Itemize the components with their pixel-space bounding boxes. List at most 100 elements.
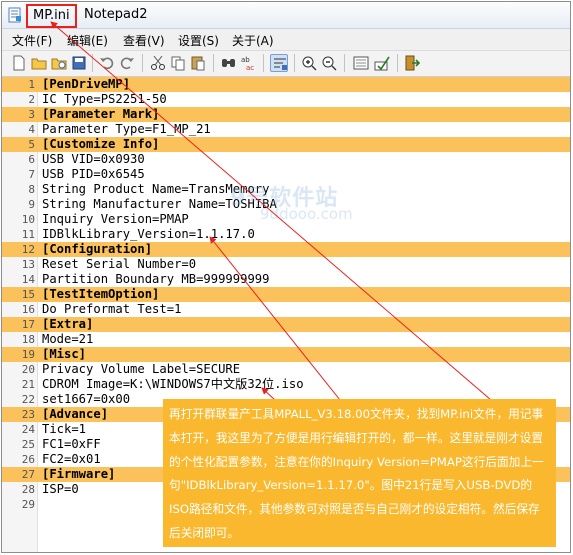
editor-line: 18 Mode=21: [2, 332, 570, 347]
line-text: [Advance]: [42, 407, 109, 421]
line-number: 20: [21, 363, 35, 376]
section-header-line: 5 [Customize Info]: [2, 137, 570, 152]
editor-line: 6 USB VID=0x0930: [2, 152, 570, 167]
line-text: [TestItemOption]: [42, 287, 160, 301]
line-number: 19: [21, 348, 35, 361]
menu-view[interactable]: 查看(V): [123, 32, 165, 49]
line-number: 7: [28, 168, 35, 181]
paste-icon[interactable]: [189, 54, 207, 72]
menu-settings[interactable]: 设置(S): [178, 32, 219, 49]
line-number: 10: [21, 213, 35, 226]
line-number: 25: [21, 438, 35, 451]
editor-line: 16 Do Preformat Test=1: [2, 302, 570, 317]
line-number: 3: [28, 108, 35, 121]
redo-icon[interactable]: [118, 54, 136, 72]
toolbar: ab ac: [2, 51, 570, 77]
replace-icon[interactable]: ab ac: [240, 54, 258, 72]
line-number: 15: [21, 288, 35, 301]
line-number: 14: [21, 273, 35, 286]
line-number: 11: [21, 228, 35, 241]
editor-line: 2 IC Type=PS2251-50: [2, 92, 570, 107]
line-text: Tick=1: [42, 422, 87, 436]
line-number: 12: [21, 243, 35, 256]
exit-icon[interactable]: [403, 54, 421, 72]
line-text: CDROM Image=K:\WINDOWS7中文版32位.iso: [42, 377, 304, 391]
line-text: FC1=0xFF: [42, 437, 101, 451]
section-header-line: 12 [Configuration]: [2, 242, 570, 257]
line-number: 6: [28, 153, 35, 166]
notepad-app-icon: [7, 7, 23, 23]
line-text: USB VID=0x0930: [42, 152, 145, 166]
find-icon[interactable]: [220, 54, 238, 72]
line-number: 16: [21, 303, 35, 316]
section-header-line: 17 [Extra]: [2, 317, 570, 332]
line-text: [Extra]: [42, 317, 94, 331]
line-number: 1: [28, 78, 35, 91]
line-text: USB PID=0x6545: [42, 167, 145, 181]
title-app-name: Notepad2: [84, 7, 148, 22]
line-number: 24: [21, 423, 35, 436]
line-number: 29: [21, 498, 35, 511]
editor-line: 11 IDBlkLibrary_Version=1.1.17.0: [2, 227, 570, 242]
zoom-in-icon[interactable]: [300, 54, 318, 72]
word-wrap-icon[interactable]: [270, 54, 288, 72]
zoom-out-icon[interactable]: [320, 54, 338, 72]
line-number: 26: [21, 453, 35, 466]
line-text: Do Preformat Test=1: [42, 302, 182, 316]
line-text: [PenDriveMP]: [42, 77, 131, 91]
line-text: Mode=21: [42, 332, 94, 346]
line-text: [Firmware]: [42, 467, 116, 481]
line-text: Inquiry Version=PMAP: [42, 212, 189, 226]
section-header-line: 3 [Parameter Mark]: [2, 107, 570, 122]
line-text: IDBlkLibrary_Version=1.1.17.0: [42, 227, 255, 241]
section-header-line: 1 [PenDriveMP]: [2, 77, 570, 92]
line-number: 27: [21, 468, 35, 481]
line-text: set1667=0x00: [42, 392, 131, 406]
line-text: Parameter Type=F1_MP_21: [42, 122, 211, 136]
line-text: FC2=0x01: [42, 452, 101, 466]
line-text: Partition Boundary MB=999999999: [42, 272, 270, 286]
browse-icon[interactable]: [50, 54, 68, 72]
undo-icon[interactable]: [98, 54, 116, 72]
line-text: Reset Serial Number=0: [42, 257, 197, 271]
line-number: 8: [28, 183, 35, 196]
scheme-icon[interactable]: [352, 54, 370, 72]
menu-about[interactable]: 关于(A): [232, 32, 274, 49]
menu-bar: 文件(F) 编辑(E) 查看(V) 设置(S) 关于(A): [2, 29, 570, 51]
menu-edit[interactable]: 编辑(E): [67, 32, 108, 49]
line-number: 21: [21, 378, 35, 391]
title-file-name: MP.ini: [26, 4, 77, 28]
line-text: ISP=0: [42, 482, 79, 496]
annotation-note: 再打开群联量产工具MPALL_V3.18.00文件夹，找到MP.ini文件，用记…: [163, 399, 556, 547]
title-bar: MP.ini Notepad2: [2, 2, 570, 29]
line-number: 17: [21, 318, 35, 331]
line-number: 5: [28, 138, 35, 151]
line-number: 23: [21, 408, 35, 421]
svg-text:ac: ac: [246, 64, 254, 72]
copy-icon[interactable]: [169, 54, 187, 72]
menu-file[interactable]: 文件(F): [12, 32, 52, 49]
line-text: [Configuration]: [42, 242, 153, 256]
new-file-icon[interactable]: [10, 54, 28, 72]
editor-line: 20 Privacy Volume Label=SECURE: [2, 362, 570, 377]
editor-line: 13 Reset Serial Number=0: [2, 257, 570, 272]
line-number: 13: [21, 258, 35, 271]
line-number: 9: [28, 198, 35, 211]
line-number: 28: [21, 483, 35, 496]
cut-icon[interactable]: [149, 54, 167, 72]
line-text: [Misc]: [42, 347, 87, 361]
editor-line: 4 Parameter Type=F1_MP_21: [2, 122, 570, 137]
svg-text:ab: ab: [241, 56, 250, 64]
open-folder-icon[interactable]: [30, 54, 48, 72]
line-text: [Customize Info]: [42, 137, 160, 151]
line-text: [Parameter Mark]: [42, 107, 160, 121]
line-number: 22: [21, 393, 35, 406]
line-number: 4: [28, 123, 35, 136]
save-icon[interactable]: [70, 54, 88, 72]
section-header-line: 15 [TestItemOption]: [2, 287, 570, 302]
customize-icon[interactable]: [373, 54, 391, 72]
line-text: Privacy Volume Label=SECURE: [42, 362, 241, 376]
section-header-line: 19 [Misc]: [2, 347, 570, 362]
line-text: IC Type=PS2251-50: [42, 92, 167, 106]
watermark-url: 9ddooo.com: [260, 205, 353, 223]
